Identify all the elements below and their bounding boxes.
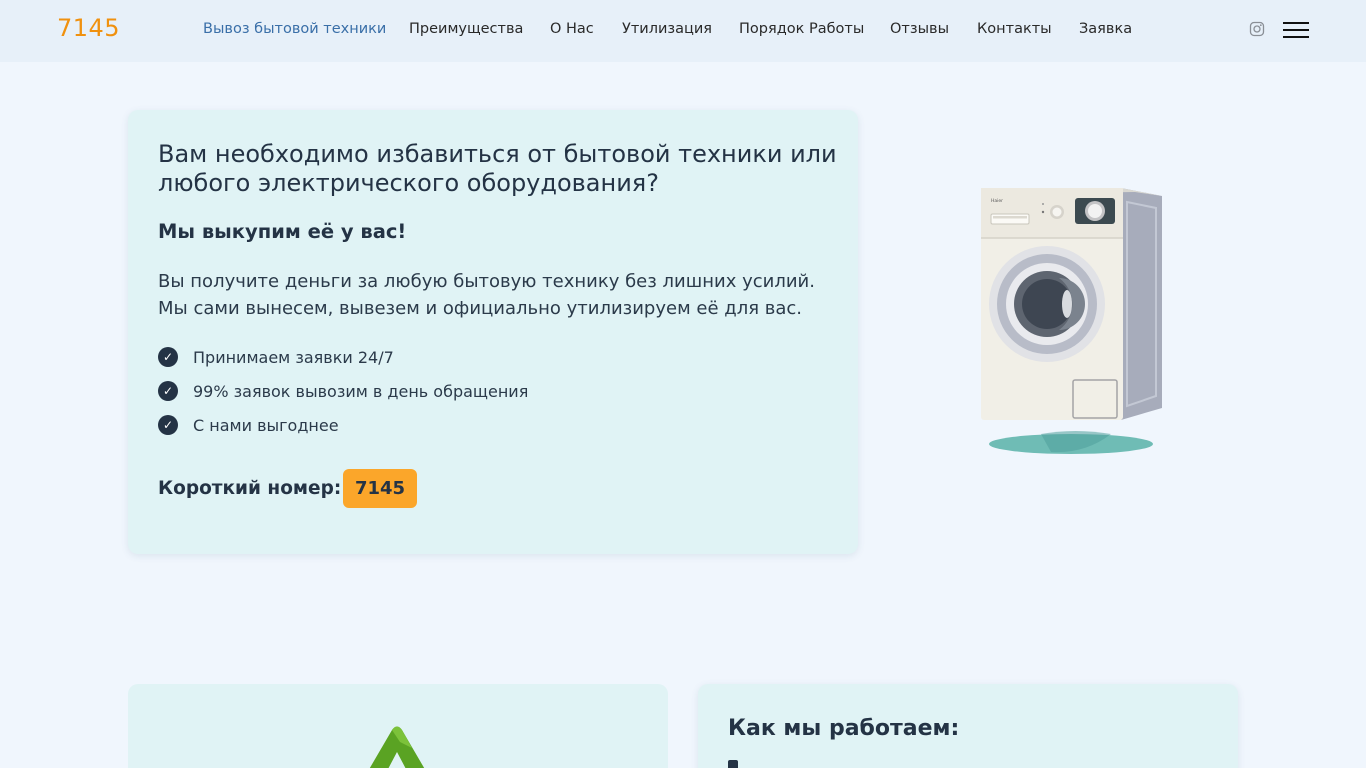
feature-item: ✓ С нами выгоднее — [158, 414, 528, 448]
hero-subtitle: Мы выкупим её у вас! — [158, 220, 407, 243]
check-icon: ✓ — [158, 381, 178, 401]
check-icon: ✓ — [158, 347, 178, 367]
recycling-card — [128, 684, 668, 768]
site-logo[interactable]: 7145 — [57, 14, 120, 42]
nav-link-advantages[interactable]: Преимущества — [409, 21, 523, 37]
hero-title: Вам необходимо избавиться от бытовой тех… — [158, 140, 837, 197]
feature-item: ✓ Принимаем заявки 24/7 — [158, 346, 528, 380]
nav-link-recycling[interactable]: Утилизация — [622, 21, 712, 37]
feature-item: ✓ 99% заявок вывозим в день обращения — [158, 380, 528, 414]
top-navbar: 7145 Вывоз бытовой техники Преимущества … — [0, 0, 1366, 62]
nav-link-request[interactable]: Заявка — [1079, 21, 1132, 37]
how-we-work-title: Как мы работаем: — [728, 716, 960, 741]
nav-link-workflow[interactable]: Порядок Работы — [739, 21, 864, 37]
list-marker — [728, 760, 738, 768]
nav-link-appliance-removal[interactable]: Вывоз бытовой техники — [203, 21, 386, 37]
how-we-work-card: Как мы работаем: — [698, 684, 1238, 768]
check-icon: ✓ — [158, 415, 178, 435]
hero-description: Вы получите деньги за любую бытовую техн… — [158, 271, 815, 319]
nav-link-about[interactable]: О Нас — [550, 21, 594, 37]
feature-list: ✓ Принимаем заявки 24/7 ✓ 99% заявок выв… — [158, 346, 528, 448]
short-number-label: Короткий номер: — [158, 478, 342, 499]
washing-machine-illustration: Haier — [981, 188, 1162, 454]
recycle-icon — [369, 726, 425, 768]
short-number-badge[interactable]: 7145 — [343, 469, 417, 508]
feature-text: С нами выгоднее — [193, 416, 339, 435]
nav-link-reviews[interactable]: Отзывы — [890, 21, 949, 37]
svg-text:Haier: Haier — [991, 198, 1003, 204]
menu-icon[interactable] — [1283, 20, 1310, 40]
instagram-icon[interactable] — [1249, 21, 1265, 37]
feature-text: Принимаем заявки 24/7 — [193, 348, 394, 367]
nav-link-contacts[interactable]: Контакты — [977, 21, 1052, 37]
feature-text: 99% заявок вывозим в день обращения — [193, 382, 529, 401]
hero-card: Вам необходимо избавиться от бытовой тех… — [128, 110, 858, 554]
